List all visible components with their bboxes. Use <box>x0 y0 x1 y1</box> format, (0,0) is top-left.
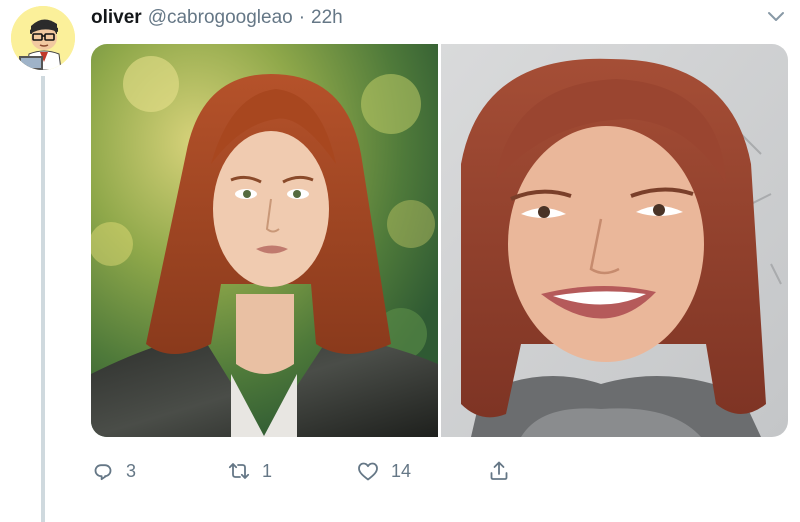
separator-dot: · <box>298 7 306 28</box>
media-photo-left[interactable] <box>91 44 438 437</box>
user-handle[interactable]: @cabrogoogleao <box>148 7 293 29</box>
portrait-photo-right <box>441 44 788 437</box>
display-name[interactable]: oliver <box>91 7 142 29</box>
thread-line <box>41 76 45 522</box>
tweet-header: oliver @cabrogoogleao · 22h <box>91 6 343 30</box>
tweet-menu-button[interactable] <box>764 8 788 26</box>
portrait-photo-left <box>91 44 438 437</box>
tweet[interactable]: oliver @cabrogoogleao · 22h 3 1 14 <box>0 0 800 522</box>
retweet-button[interactable]: 1 <box>227 457 272 485</box>
retweet-icon <box>228 463 250 479</box>
like-button[interactable]: 14 <box>356 457 411 485</box>
reply-icon <box>94 464 112 481</box>
retweet-count: 1 <box>262 460 273 481</box>
heart-icon <box>358 462 378 481</box>
timestamp[interactable]: 22h <box>311 7 343 29</box>
share-button[interactable] <box>487 457 511 485</box>
like-count: 14 <box>391 460 412 481</box>
cartoon-avatar-icon <box>11 6 75 70</box>
media-grid <box>91 44 788 437</box>
avatar[interactable] <box>11 6 75 70</box>
reply-button[interactable]: 3 <box>91 457 136 485</box>
reply-count: 3 <box>126 460 137 481</box>
media-photo-right[interactable] <box>441 44 788 437</box>
chevron-down-icon <box>768 12 784 21</box>
share-icon <box>490 461 508 480</box>
